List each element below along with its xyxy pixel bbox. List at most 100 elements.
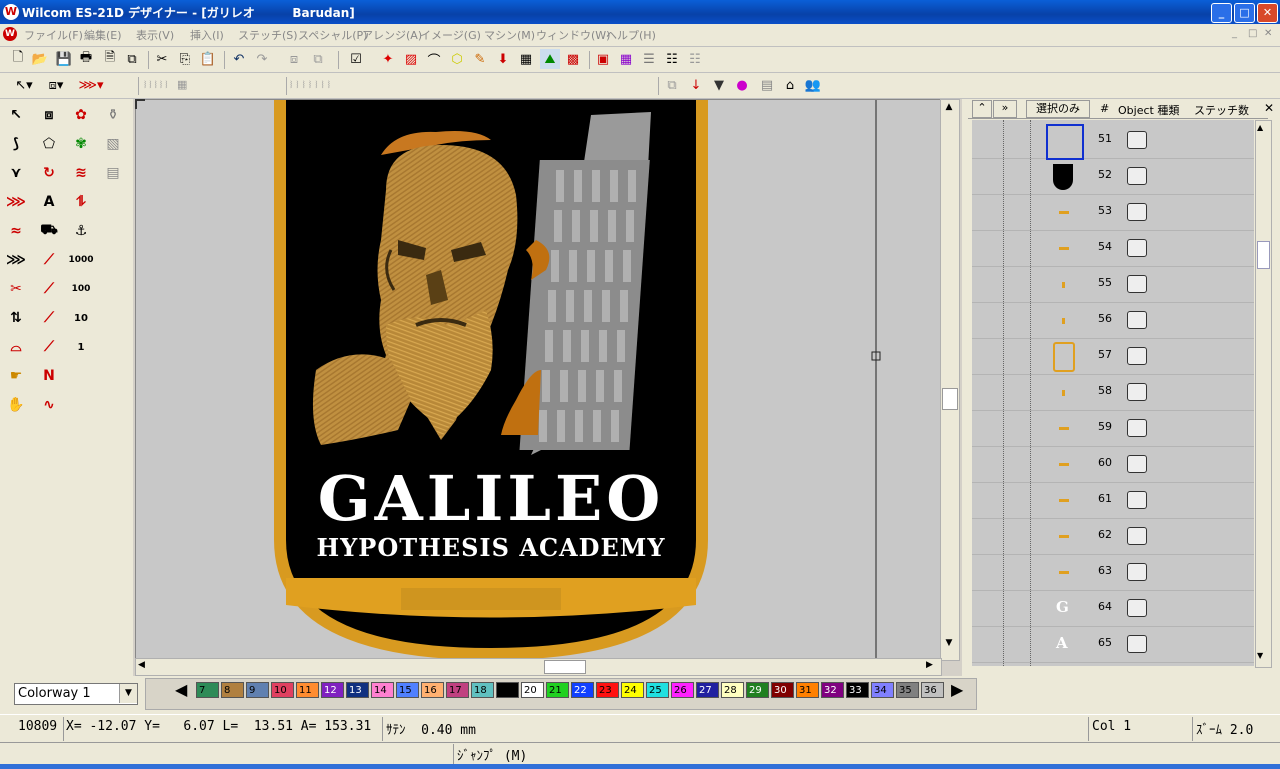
lasso-icon[interactable]: ⟆ xyxy=(3,131,29,157)
color-swatch[interactable]: 21 xyxy=(546,682,569,698)
menu-item-5[interactable]: ステッチ(S) xyxy=(238,27,298,43)
object-row[interactable]: 61 xyxy=(972,482,1254,519)
print-preview-icon[interactable]: 🗎 xyxy=(100,49,120,69)
satin-icon[interactable]: ▨ xyxy=(401,49,421,69)
design-canvas[interactable]: GALILEO HYPOTHESIS ACADEMY xyxy=(135,99,942,661)
color-swatch[interactable]: 13 xyxy=(346,682,369,698)
color-icon[interactable]: ▩ xyxy=(563,49,583,69)
menu-item-7[interactable]: アレンジ(A) xyxy=(362,27,422,43)
scroll-down-icon[interactable]: ▼ xyxy=(942,638,956,654)
curve-path-icon[interactable]: ∿ xyxy=(36,392,62,418)
fill-icon[interactable]: ✦ xyxy=(378,49,398,69)
scroll-left-icon[interactable]: ◀ xyxy=(138,660,145,670)
collapse-up-button[interactable]: ⌃ xyxy=(972,100,992,118)
stairs-icon[interactable]: ⟋ xyxy=(36,334,62,360)
palette-grid-icon[interactable]: ▦ xyxy=(616,49,636,69)
run-stitch-icon[interactable]: ⋙ xyxy=(3,247,29,273)
line-icon[interactable]: ⟋ xyxy=(36,247,62,273)
color-swatch[interactable]: 29 xyxy=(746,682,769,698)
object-row[interactable]: 58 xyxy=(972,374,1254,411)
color-swatch[interactable]: 27 xyxy=(696,682,719,698)
tack-icon[interactable]: ▼ xyxy=(709,75,729,95)
reshape-node-icon[interactable]: ⧈ xyxy=(36,102,62,128)
zigzag-icon[interactable]: ≋ xyxy=(68,160,94,186)
stop-hand-icon[interactable]: ✋ xyxy=(3,392,29,418)
pattern-icon[interactable]: ▤ xyxy=(100,160,126,186)
fan-icon[interactable]: ⌓ xyxy=(3,334,29,360)
object-row[interactable]: 51 xyxy=(972,122,1254,160)
highlight-icon[interactable]: ⬡ xyxy=(447,49,467,69)
hscroll-thumb[interactable] xyxy=(544,660,586,674)
panel-close-icon[interactable]: ✕ xyxy=(1264,101,1274,115)
color-swatch[interactable]: 31 xyxy=(796,682,819,698)
monitor-icon[interactable]: ▣ xyxy=(593,49,613,69)
bottle-icon[interactable]: ⚱ xyxy=(100,102,126,128)
color-swatch[interactable]: 17 xyxy=(446,682,469,698)
object-row[interactable]: 55 xyxy=(972,266,1254,303)
color-swatch[interactable]: 36 xyxy=(921,682,944,698)
color-swatch[interactable]: 20 xyxy=(521,682,544,698)
group-icon[interactable]: ⧈ xyxy=(284,49,304,69)
object-list-vscroll[interactable]: ▲ ▼ xyxy=(1255,120,1272,668)
list-vscroll-thumb[interactable] xyxy=(1257,241,1270,269)
maximize-button[interactable]: □ xyxy=(1234,3,1255,23)
color-swatch[interactable]: 28 xyxy=(721,682,744,698)
open-folder-icon[interactable]: 📂 xyxy=(30,49,50,69)
show-stitch-icon[interactable]: ⛰ xyxy=(540,49,560,69)
step-10-icon[interactable]: 10 xyxy=(68,305,94,331)
color-swatch[interactable]: 26 xyxy=(671,682,694,698)
wave-icon[interactable]: ≈ xyxy=(3,218,29,244)
checkbox-icon[interactable]: ☑ xyxy=(346,49,366,69)
color-swatch[interactable]: 30 xyxy=(771,682,794,698)
object-row[interactable]: A 65 xyxy=(972,626,1254,663)
scissors-icon[interactable]: ✂ xyxy=(3,276,29,302)
list-scroll-down-icon[interactable]: ▼ xyxy=(1257,651,1263,660)
diagonal-icon[interactable]: ▧ xyxy=(100,131,126,157)
chain-icon[interactable]: ⟋ xyxy=(36,276,62,302)
scroll-right-icon[interactable]: ▶ xyxy=(926,660,933,670)
lettering-icon[interactable]: A xyxy=(36,189,62,215)
table-icon[interactable]: ▤ xyxy=(757,75,777,95)
color-swatch[interactable]: 12 xyxy=(321,682,344,698)
color-swatch[interactable]: 23 xyxy=(596,682,619,698)
scroll-up-icon[interactable]: ▲ xyxy=(942,102,956,118)
dotted-line-icon[interactable]: ⟋ xyxy=(36,305,62,331)
split-icon[interactable]: ⋎ xyxy=(3,160,29,186)
chevron-down-icon[interactable]: ▼ xyxy=(119,684,137,703)
flower-icon[interactable]: ✿ xyxy=(68,102,94,128)
reshape-icon[interactable]: ⧈▾ xyxy=(42,75,70,95)
object-row[interactable]: 53 xyxy=(972,194,1254,231)
color-swatch[interactable]: 7 xyxy=(196,682,219,698)
needle-icon[interactable]: ⬇ xyxy=(493,49,513,69)
doc-icon[interactable]: W xyxy=(3,27,17,41)
redo-icon[interactable]: ↷ xyxy=(252,49,272,69)
step-1-icon[interactable]: 1 xyxy=(68,334,94,360)
color-swatch[interactable]: 35 xyxy=(896,682,919,698)
stitch-pattern-group[interactable]: ⧘⧘⧘⧘⧘⧘⧘ xyxy=(290,75,450,95)
color-swatch[interactable]: 10 xyxy=(271,682,294,698)
car-icon[interactable]: ⛟ xyxy=(36,218,62,244)
color-swatch[interactable]: 25 xyxy=(646,682,669,698)
new-file-icon[interactable]: 🗋 xyxy=(8,49,28,69)
doc-restore-icon[interactable]: □ xyxy=(1248,28,1257,39)
undo-icon[interactable]: ↶ xyxy=(229,49,249,69)
close-button[interactable]: ✕ xyxy=(1257,3,1278,23)
anchor-icon[interactable]: ⚓ xyxy=(68,218,94,244)
menu-item-3[interactable]: 表示(V) xyxy=(136,27,174,43)
step-1000-icon[interactable]: 1000 xyxy=(68,247,94,273)
copy-icon[interactable]: ⎘ xyxy=(175,49,195,69)
object-row[interactable]: 60 xyxy=(972,446,1254,483)
move-icon[interactable]: ⇅ xyxy=(3,305,29,331)
object-row[interactable]: 59 xyxy=(972,410,1254,447)
doc-close-icon[interactable]: ✕ xyxy=(1264,28,1272,39)
cut-icon[interactable]: ✂ xyxy=(152,49,172,69)
canvas-hscroll[interactable]: ◀ ▶ xyxy=(135,658,942,676)
machine-icon[interactable]: ⧉ xyxy=(122,49,142,69)
color-swatch[interactable] xyxy=(496,682,519,698)
stitch-effects-group[interactable]: ⧘⧘⧘⧘⧘ ▦ xyxy=(144,75,264,95)
color-swatch[interactable]: 9 xyxy=(246,682,269,698)
minimize-button[interactable]: _ xyxy=(1211,3,1232,23)
outline-icon[interactable]: ⌒ xyxy=(424,49,444,69)
spring-icon[interactable]: ⥮ xyxy=(68,189,94,215)
color-swatch[interactable]: 8 xyxy=(221,682,244,698)
